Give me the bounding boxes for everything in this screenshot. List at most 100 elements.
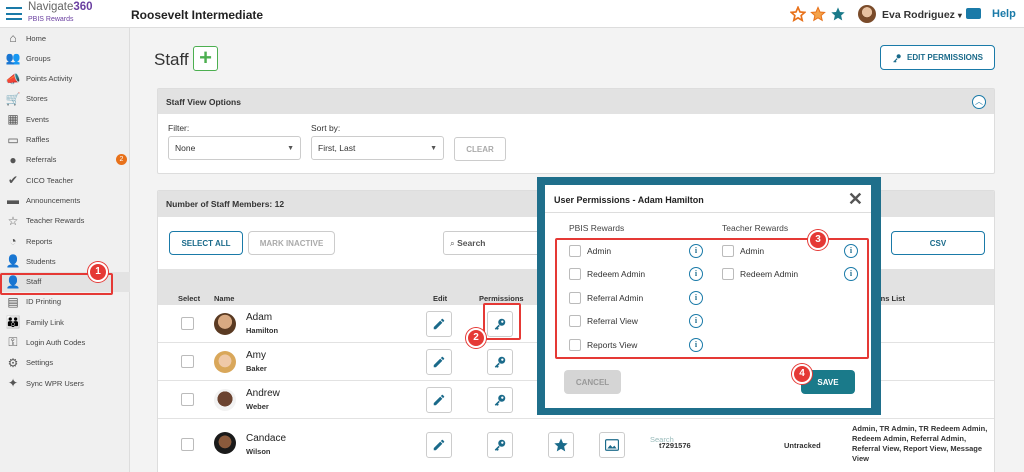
sidebar-item-announcements[interactable]: ▬ Announcements <box>0 190 130 210</box>
brand-subtitle: PBIS Rewards <box>28 15 74 23</box>
sidebar: ⌂ Home 👥 Groups 📣 Points Activity 🛒 Stores ▦ Even… <box>0 28 130 472</box>
teacher-rewards-heading: Teacher Rewards <box>722 223 789 233</box>
staff-view-options-panel: Staff View Options ︿ Filter: None ▼ Sort… <box>157 88 995 174</box>
tracking-status: Untracked <box>784 441 821 450</box>
sort-select[interactable]: First, Last ▼ <box>311 136 444 160</box>
edit-button[interactable] <box>426 349 452 375</box>
sidebar-item-label: ID Printing <box>26 297 62 307</box>
sidebar-item-home[interactable]: ⌂ Home <box>0 28 130 48</box>
sidebar-item-label: Groups <box>26 53 51 63</box>
brand-number: 360 <box>73 1 93 13</box>
star-outline-icon[interactable] <box>790 6 806 22</box>
sidebar-item-sync-wpr-users[interactable]: ✦ Sync WPR Users <box>0 373 130 393</box>
star-icon <box>554 438 568 452</box>
help-link[interactable]: Help <box>992 8 1016 20</box>
megaphone-icon: 📣 <box>5 71 21 86</box>
staff-last-name: Hamilton <box>246 326 279 335</box>
edit-button[interactable] <box>426 432 452 458</box>
permissions-list: Admin, TR Admin, TR Redeem Admin, Redeem… <box>852 424 988 463</box>
sidebar-item-family-link[interactable]: 👪 Family Link <box>0 312 130 332</box>
cancel-button[interactable]: CANCEL <box>564 370 621 394</box>
sidebar-item-teacher-rewards[interactable]: ☆ Teacher Rewards <box>0 211 130 231</box>
sidebar-item-groups[interactable]: 👥 Groups <box>0 48 130 68</box>
pencil-icon <box>433 356 445 368</box>
star-blue-icon[interactable] <box>830 6 846 22</box>
staff-avatar <box>214 432 236 454</box>
star-orange-icon[interactable] <box>810 6 826 22</box>
row-select-checkbox[interactable] <box>181 317 194 330</box>
sidebar-item-reports[interactable]: ◔ Reports <box>0 231 130 251</box>
staff-last-name: Baker <box>246 364 267 373</box>
staff-avatar <box>214 351 236 373</box>
annotation-box-checkboxes <box>555 238 869 359</box>
key-icon <box>494 356 506 368</box>
row-select-checkbox[interactable] <box>181 438 194 451</box>
modal-divider <box>545 212 871 213</box>
permissions-button[interactable] <box>487 432 513 458</box>
photo-button[interactable] <box>599 432 625 458</box>
filter-select[interactable]: None ▼ <box>168 136 301 160</box>
sidebar-item-stores[interactable]: 🛒 Stores <box>0 89 130 109</box>
school-name: Roosevelt Intermediate <box>131 8 264 22</box>
select-all-button[interactable]: SELECT ALL <box>169 231 243 255</box>
key-icon: ⚿ <box>8 335 18 349</box>
alert-icon: ● <box>9 152 17 167</box>
check-circle-icon: ✔ <box>7 173 19 188</box>
sidebar-item-raffles[interactable]: ▭ Raffles <box>0 130 130 150</box>
key-icon <box>893 53 901 63</box>
sidebar-item-login-auth-codes[interactable]: ⚿ Login Auth Codes <box>0 333 130 353</box>
edit-button[interactable] <box>426 387 452 413</box>
sidebar-item-label: Referrals <box>26 155 57 165</box>
pencil-icon <box>433 394 445 406</box>
collapse-icon[interactable]: ︿ <box>972 95 986 109</box>
permissions-button[interactable] <box>487 349 513 375</box>
sidebar-item-label: Settings <box>26 358 54 368</box>
hidden-search-text: Search <box>650 435 674 444</box>
hamburger-menu-icon[interactable] <box>6 7 22 20</box>
sidebar-item-referrals[interactable]: ● Referrals 2 <box>0 150 130 170</box>
edit-permissions-button[interactable]: EDIT PERMISSIONS <box>880 45 995 70</box>
sidebar-item-students[interactable]: 👤 Students <box>0 251 130 271</box>
caret-down-icon: ▼ <box>430 145 437 152</box>
sidebar-item-events[interactable]: ▦ Events <box>0 109 130 129</box>
brand-logo: Navigate360 PBIS Rewards <box>28 1 93 23</box>
user-menu[interactable]: Eva Rodriguez ▾ <box>882 9 962 21</box>
user-avatar[interactable] <box>858 5 876 23</box>
close-icon[interactable]: ✕ <box>848 190 863 208</box>
mark-inactive-button[interactable]: MARK INACTIVE <box>248 231 335 255</box>
chat-icon: ▬ <box>7 193 19 208</box>
referrals-badge: 2 <box>116 153 127 165</box>
pbis-rewards-heading: PBIS Rewards <box>569 223 625 233</box>
staff-avatar <box>214 313 236 335</box>
sidebar-item-points-activity[interactable]: 📣 Points Activity <box>0 69 130 89</box>
staff-first-name[interactable]: Amy <box>246 350 266 361</box>
sidebar-item-label: Events <box>26 114 49 124</box>
staff-avatar <box>214 389 236 411</box>
col-name[interactable]: Name <box>214 294 234 303</box>
mail-icon[interactable] <box>966 8 981 19</box>
row-select-checkbox[interactable] <box>181 393 194 406</box>
sort-label: Sort by: <box>311 123 341 133</box>
sidebar-item-settings[interactable]: ⚙ Settings <box>0 353 130 373</box>
edit-button[interactable] <box>426 311 452 337</box>
teacher-rewards-button[interactable] <box>548 432 574 458</box>
add-staff-button[interactable]: + <box>193 46 218 71</box>
star-icon: ☆ <box>7 213 19 228</box>
row-select-checkbox[interactable] <box>181 355 194 368</box>
csv-button[interactable]: CSV <box>891 231 985 255</box>
permissions-button[interactable] <box>487 387 513 413</box>
pie-chart-icon: ◔ <box>9 234 17 248</box>
image-icon <box>605 439 619 451</box>
annotation-callout-4: 4 <box>792 364 812 384</box>
sidebar-item-label: Reports <box>26 236 53 246</box>
sidebar-item-label: Students <box>26 256 56 266</box>
top-bar: Navigate360 PBIS Rewards Roosevelt Inter… <box>0 0 1024 28</box>
staff-first-name[interactable]: Andrew <box>246 388 280 399</box>
brand-name: Navigate <box>28 1 74 13</box>
pencil-icon <box>433 318 445 330</box>
staff-last-name: Weber <box>246 402 269 411</box>
staff-first-name[interactable]: Adam <box>246 312 272 323</box>
staff-first-name[interactable]: Candace <box>246 433 286 444</box>
sidebar-item-cico-teacher[interactable]: ✔ CICO Teacher <box>0 170 130 190</box>
clear-button[interactable]: CLEAR <box>454 137 506 161</box>
